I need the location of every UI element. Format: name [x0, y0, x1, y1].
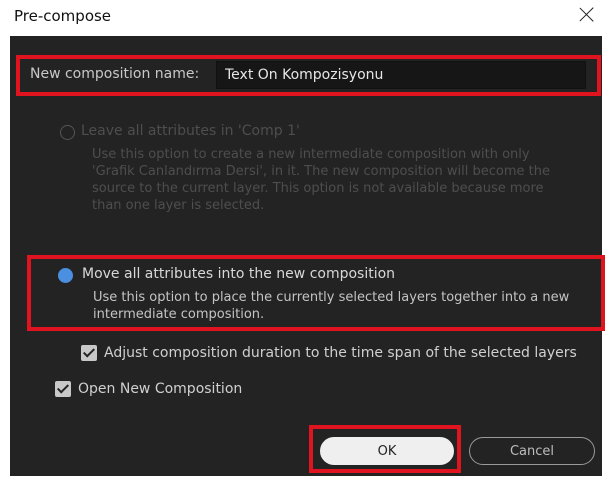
highlight-move-option	[27, 255, 605, 331]
highlight-name-box	[16, 55, 601, 96]
description-line: Use this option to create a new intermed…	[92, 147, 530, 162]
cancel-button[interactable]: Cancel	[469, 437, 595, 465]
leave-attributes-description: Use this option to create a new intermed…	[92, 146, 550, 214]
open-new-composition-checkbox[interactable]	[55, 381, 71, 397]
open-new-composition-label: Open New Composition	[78, 381, 243, 397]
adjust-duration-label: Adjust composition duration to the time …	[104, 345, 577, 361]
window-title: Pre-compose	[14, 7, 112, 25]
adjust-duration-checkbox[interactable]	[81, 345, 97, 361]
description-line: 'Grafik Canlandırma Dersi', in it. The n…	[92, 164, 550, 179]
highlight-ok-button	[309, 425, 461, 473]
description-line: source to the current layer. This option…	[92, 181, 544, 196]
close-icon[interactable]	[574, 2, 600, 28]
leave-attributes-label: Leave all attributes in 'Comp 1'	[81, 123, 300, 139]
description-line: than one layer is selected.	[92, 198, 265, 213]
title-bar: Pre-compose	[0, 0, 610, 36]
leave-attributes-radio[interactable]	[60, 125, 75, 140]
